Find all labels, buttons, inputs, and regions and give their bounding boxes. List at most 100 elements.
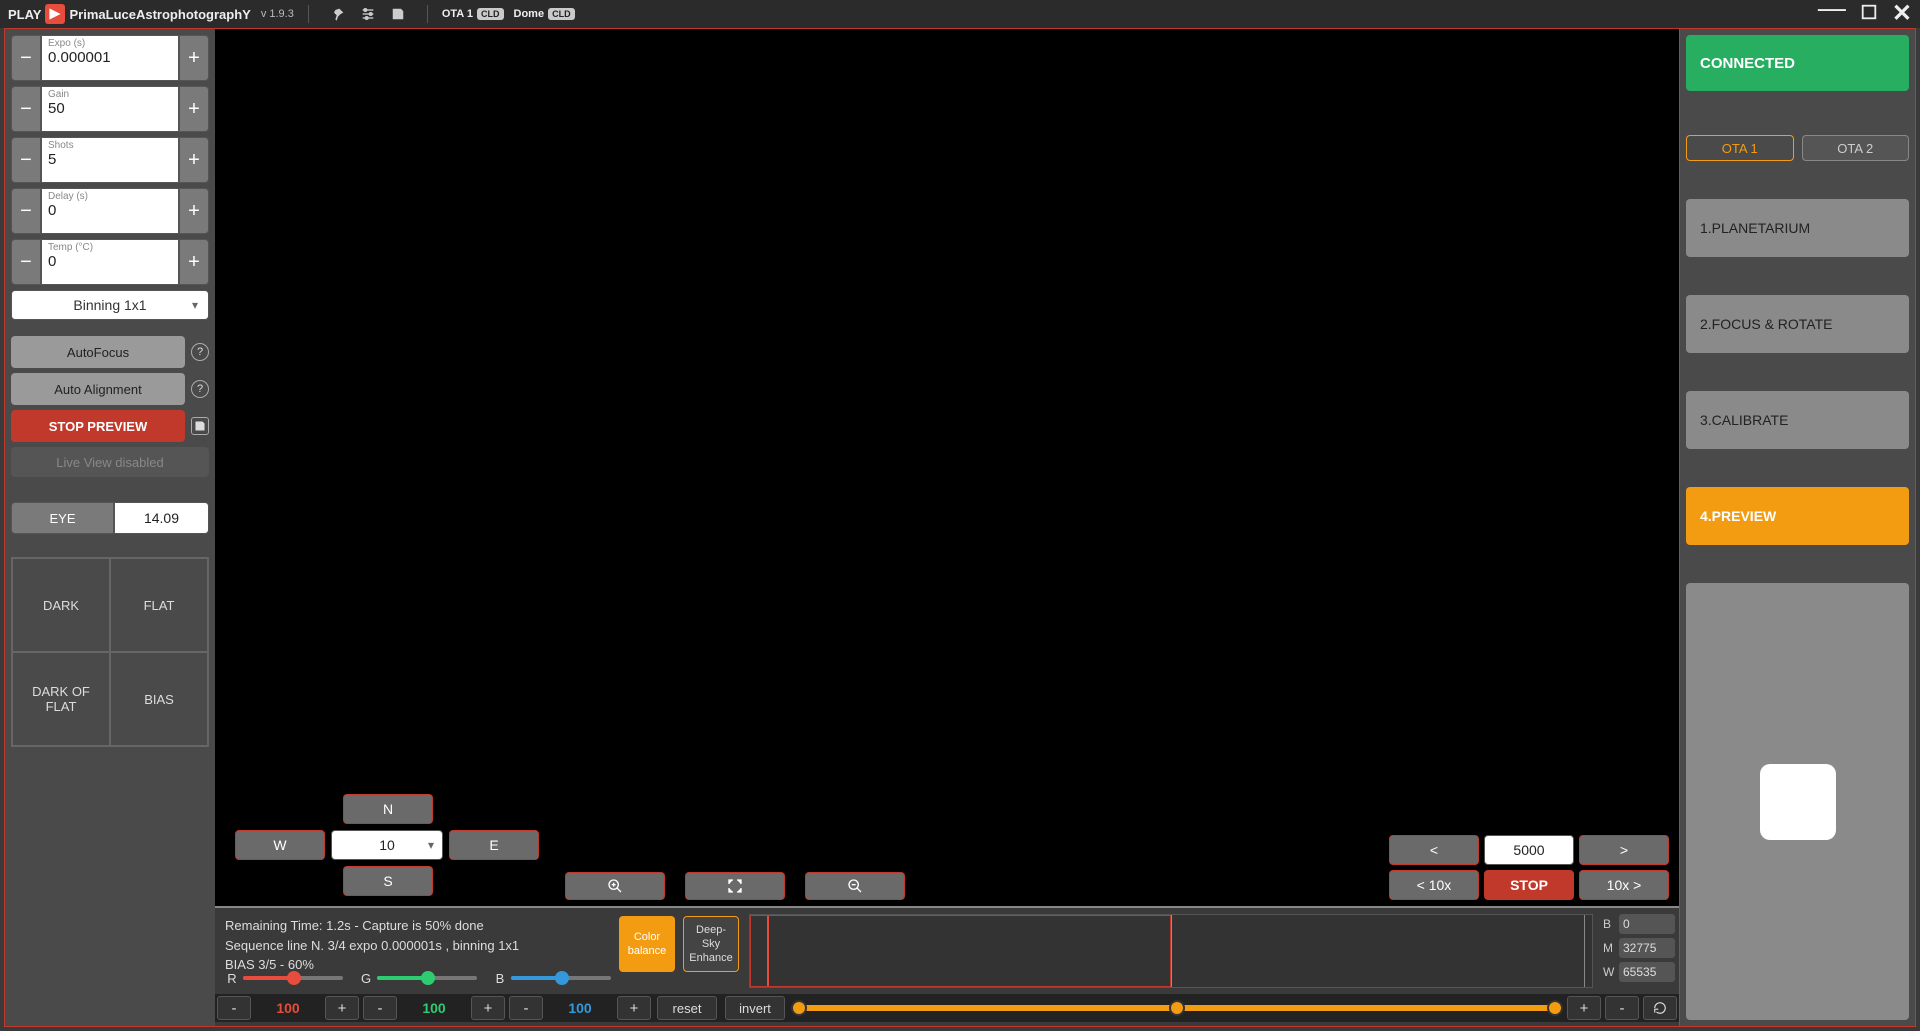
nudge-grid: < 5000 > < 10x STOP 10x > [1389,835,1669,900]
app-body: − Expo (s)0.000001 + − Gain50 + − Shots5… [4,28,1916,1027]
status-line1: Remaining Time: 1.2s - Capture is 50% do… [225,916,605,936]
b-minus-button[interactable]: - [509,996,543,1020]
autoalign-help-icon[interactable]: ? [191,380,209,398]
nudge-right10-button[interactable]: 10x > [1579,870,1669,900]
r-minus-button[interactable]: - [217,996,251,1020]
logo-icon [45,4,65,24]
reset-button[interactable]: reset [657,996,717,1020]
stop-preview-button[interactable]: STOP PREVIEW [11,410,185,442]
mid-input[interactable] [1619,938,1675,958]
gain-minus-button[interactable]: − [11,86,41,132]
liveview-disabled-label: Live View disabled [11,447,209,477]
close-button[interactable]: ✕ [1892,2,1912,26]
title-bar: PLAY PrimaLuceAstrophotographY v 1.9.3 O… [0,0,1920,28]
level-plus-button[interactable]: + [1567,996,1601,1020]
nudge-left-button[interactable]: < [1389,835,1479,865]
g-value: 100 [399,1000,469,1016]
save-preview-icon[interactable] [191,417,209,435]
g-plus-button[interactable]: + [471,996,505,1020]
calibrate-button[interactable]: 3.CALIBRATE [1686,391,1909,449]
ota2-tab[interactable]: OTA 2 [1802,135,1910,161]
shots-value[interactable]: 5 [48,151,172,168]
sliders-icon[interactable] [359,5,377,23]
temp-plus-button[interactable]: + [179,239,209,285]
expo-value[interactable]: 0.000001 [48,49,172,66]
north-button[interactable]: N [343,794,433,824]
zoom-row [565,872,905,900]
deepsky-enhance-button[interactable]: Deep-Sky Enhance [683,916,739,972]
gain-value[interactable]: 50 [48,100,172,117]
invert-button[interactable]: invert [725,996,785,1020]
flat-button[interactable]: FLAT [110,558,208,652]
delay-value[interactable]: 0 [48,202,172,219]
ota1-status: OTA 1CLD [442,8,504,20]
east-button[interactable]: E [449,830,539,860]
nudge-value-input[interactable]: 5000 [1484,835,1574,865]
dark-of-flat-button[interactable]: DARK OF FLAT [12,652,110,746]
b-value: 100 [545,1000,615,1016]
delay-stepper: − Delay (s)0 + [11,188,209,234]
autofocus-button[interactable]: AutoFocus [11,336,185,368]
nudge-right-button[interactable]: > [1579,835,1669,865]
eye-button[interactable]: EYE [11,502,114,534]
gain-stepper: − Gain50 + [11,86,209,132]
autofocus-help-icon[interactable]: ? [191,343,209,361]
preview-button[interactable]: 4.PREVIEW [1686,487,1909,545]
west-button[interactable]: W [235,830,325,860]
maximize-button[interactable] [1860,3,1878,25]
nudge-stop-button[interactable]: STOP [1484,870,1574,900]
g-minus-button[interactable]: - [363,996,397,1020]
nudge-left10-button[interactable]: < 10x [1389,870,1479,900]
color-balance-button[interactable]: Color balance [619,916,675,972]
planetarium-button[interactable]: 1.PLANETARIUM [1686,199,1909,257]
zoom-in-button[interactable] [565,872,665,900]
b-slider[interactable] [511,976,611,980]
r-plus-button[interactable]: + [325,996,359,1020]
save-icon[interactable] [389,5,407,23]
minimap-thumb [1760,764,1836,840]
ota1-tab[interactable]: OTA 1 [1686,135,1794,161]
temp-stepper: − Temp (°C)0 + [11,239,209,285]
level-minus-button[interactable]: - [1605,996,1639,1020]
right-panel: CONNECTED OTA 1 OTA 2 1.PLANETARIUM 2.FO… [1679,29,1915,1026]
r-slider[interactable] [243,976,343,980]
south-button[interactable]: S [343,866,433,896]
delay-minus-button[interactable]: − [11,188,41,234]
brand-text: PrimaLuceAstrophotographY [69,7,250,22]
minimize-button[interactable]: — [1818,0,1846,22]
expo-plus-button[interactable]: + [179,35,209,81]
temp-value[interactable]: 0 [48,253,172,270]
gain-plus-button[interactable]: + [179,86,209,132]
zoom-out-button[interactable] [805,872,905,900]
dome-status: DomeCLD [514,8,575,20]
expo-minus-button[interactable]: − [11,35,41,81]
eye-value[interactable]: 14.09 [114,502,209,534]
g-slider[interactable] [377,976,477,980]
status-line2: Sequence line N. 3/4 expo 0.000001s , bi… [225,936,605,956]
connected-badge[interactable]: CONNECTED [1686,35,1909,91]
histogram[interactable] [749,914,1593,988]
delay-plus-button[interactable]: + [179,188,209,234]
binning-select[interactable]: Binning 1x1▾ [11,290,209,320]
levels-slider[interactable] [797,1005,1557,1011]
bias-button[interactable]: BIAS [110,652,208,746]
focus-rotate-button[interactable]: 2.FOCUS & ROTATE [1686,295,1909,353]
black-input[interactable] [1619,914,1675,934]
shots-minus-button[interactable]: − [11,137,41,183]
slew-rate-select[interactable]: 10▾ [331,830,443,860]
minimap[interactable] [1686,583,1909,1020]
preview-area[interactable]: N S W E 10▾ < 5000 > < 10x STOP 10x > [215,29,1679,906]
refresh-button[interactable] [1643,996,1677,1020]
dark-button[interactable]: DARK [12,558,110,652]
b-plus-button[interactable]: + [617,996,651,1020]
bottom-toolbar: - 100 + - 100 + - 100 + reset invert + - [215,994,1679,1022]
app-logo: PLAY PrimaLuceAstrophotographY [8,4,251,24]
temp-minus-button[interactable]: − [11,239,41,285]
autoalign-button[interactable]: Auto Alignment [11,373,185,405]
shots-plus-button[interactable]: + [179,137,209,183]
play-label: PLAY [8,7,41,22]
ota1-badge: CLD [477,8,504,20]
white-input[interactable] [1619,962,1675,982]
fit-button[interactable] [685,872,785,900]
pin-icon[interactable] [329,5,347,23]
